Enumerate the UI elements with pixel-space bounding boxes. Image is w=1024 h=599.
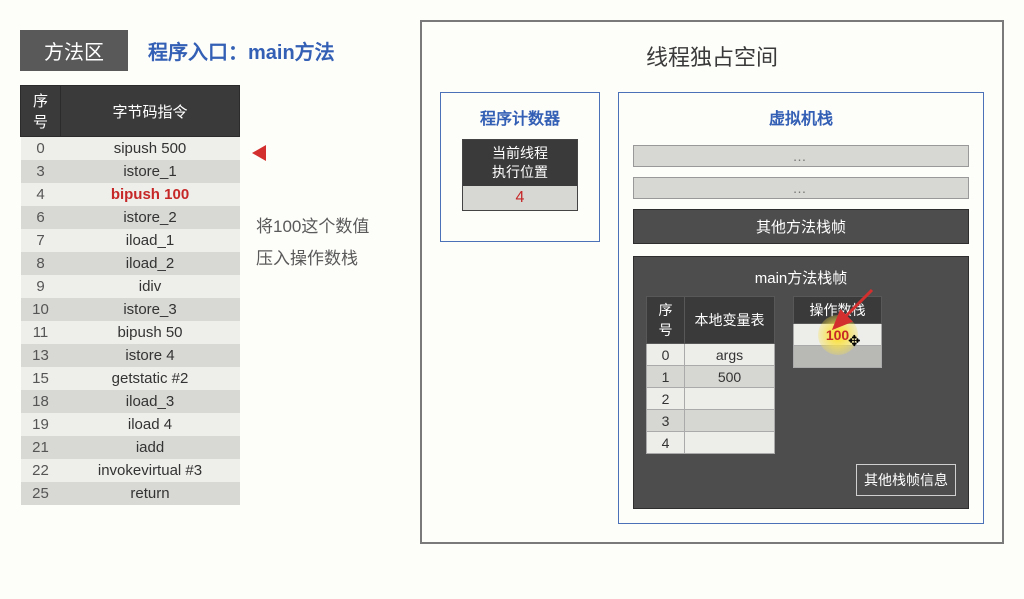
bytecode-index: 19 [21, 413, 61, 436]
bytecode-index: 22 [21, 459, 61, 482]
annotation-line-1: 将100这个数值 [256, 211, 369, 243]
main-frame-title: main方法栈帧 [646, 267, 956, 288]
bytecode-row: 4bipush 100 [21, 183, 240, 206]
bytecode-row: 6istore_2 [21, 206, 240, 229]
bytecode-index: 4 [21, 183, 61, 206]
stack-ellipsis-1: … [633, 145, 969, 167]
main-method-frame: main方法栈帧 序号 本地变量表 0args1500234 [633, 256, 969, 509]
bytecode-instr: istore_2 [61, 206, 240, 229]
local-var-value: 500 [685, 366, 775, 388]
bytecode-instr: bipush 100 [61, 183, 240, 206]
local-var-row: 2 [647, 388, 775, 410]
bytecode-row: 0sipush 500 [21, 137, 240, 161]
bytecode-index: 3 [21, 160, 61, 183]
local-var-index: 2 [647, 388, 685, 410]
bytecode-instr: iload_2 [61, 252, 240, 275]
local-var-row: 1500 [647, 366, 775, 388]
local-var-value [685, 432, 775, 454]
local-header-name: 本地变量表 [685, 297, 775, 344]
bytecode-index: 25 [21, 482, 61, 505]
method-area-badge: 方法区 [20, 30, 128, 71]
other-frame-info-box: 其他栈帧信息 [856, 464, 956, 496]
bytecode-index: 6 [21, 206, 61, 229]
pc-value: 4 [463, 186, 577, 210]
thread-private-space: 线程独占空间 程序计数器 当前线程 执行位置 4 虚拟机栈 [420, 20, 1004, 544]
program-counter-title: 程序计数器 [461, 105, 579, 129]
bytecode-index: 0 [21, 137, 61, 161]
bytecode-index: 15 [21, 367, 61, 390]
bytecode-row: 7iload_1 [21, 229, 240, 252]
bytecode-header-instr: 字节码指令 [61, 86, 240, 137]
bytecode-row: 11bipush 50 [21, 321, 240, 344]
local-var-table: 序号 本地变量表 0args1500234 [646, 296, 775, 454]
bytecode-index: 10 [21, 298, 61, 321]
vm-stack-panel: 虚拟机栈 … … 其他方法栈帧 main方法栈帧 序号 [618, 92, 984, 524]
local-var-row: 0args [647, 344, 775, 366]
local-var-value [685, 410, 775, 432]
bytecode-row: 10istore_3 [21, 298, 240, 321]
bytecode-row: 8iload_2 [21, 252, 240, 275]
stack-ellipsis-2: … [633, 177, 969, 199]
bytecode-header-index: 序号 [21, 86, 61, 137]
bytecode-row: 9idiv [21, 275, 240, 298]
local-var-index: 4 [647, 432, 685, 454]
bytecode-row: 15getstatic #2 [21, 367, 240, 390]
thread-space-title: 线程独占空间 [646, 40, 778, 72]
bytecode-instr: return [61, 482, 240, 505]
bytecode-table: 序号 字节码指令 0sipush 5003istore_14bipush 100… [20, 85, 240, 505]
annotation-column: 将100这个数值 压入操作数栈 [256, 85, 369, 505]
bytecode-index: 9 [21, 275, 61, 298]
method-area-column: 方法区 程序入口：main方法 序号 字节码指令 0sipush 5003ist… [20, 20, 380, 544]
bytecode-index: 18 [21, 390, 61, 413]
other-method-frame-bar: 其他方法栈帧 [633, 209, 969, 244]
bytecode-instr: iload 4 [61, 413, 240, 436]
entry-point-label: 程序入口：main方法 [148, 36, 335, 65]
bytecode-instr: sipush 500 [61, 137, 240, 161]
vm-stack-title: 虚拟机栈 [633, 105, 969, 129]
bytecode-index: 13 [21, 344, 61, 367]
local-var-index: 0 [647, 344, 685, 366]
cursor-icon: ✥ [848, 332, 861, 350]
bytecode-row: 22invokevirtual #3 [21, 459, 240, 482]
local-var-index: 1 [647, 366, 685, 388]
bytecode-instr: invokevirtual #3 [61, 459, 240, 482]
bytecode-row: 19iload 4 [21, 413, 240, 436]
bytecode-instr: iload_3 [61, 390, 240, 413]
local-var-value [685, 388, 775, 410]
red-arrow-icon [816, 288, 876, 332]
bytecode-instr: bipush 50 [61, 321, 240, 344]
current-instruction-pointer-icon [252, 145, 266, 161]
bytecode-index: 8 [21, 252, 61, 275]
bytecode-instr: istore_1 [61, 160, 240, 183]
program-counter-panel: 程序计数器 当前线程 执行位置 4 [440, 92, 600, 242]
bytecode-instr: istore 4 [61, 344, 240, 367]
pc-label-line2: 执行位置 [463, 163, 577, 182]
bytecode-row: 13istore 4 [21, 344, 240, 367]
local-var-row: 4 [647, 432, 775, 454]
annotation-line-2: 压入操作数栈 [256, 243, 369, 275]
bytecode-row: 3istore_1 [21, 160, 240, 183]
bytecode-instr: iadd [61, 436, 240, 459]
bytecode-row: 21iadd [21, 436, 240, 459]
local-var-value: args [685, 344, 775, 366]
bytecode-instr: iload_1 [61, 229, 240, 252]
program-counter-box: 当前线程 执行位置 4 [462, 139, 578, 211]
bytecode-index: 7 [21, 229, 61, 252]
bytecode-row: 18iload_3 [21, 390, 240, 413]
thread-space-column: 线程独占空间 程序计数器 当前线程 执行位置 4 虚拟机栈 [420, 20, 1004, 544]
local-header-index: 序号 [647, 297, 685, 344]
bytecode-instr: istore_3 [61, 298, 240, 321]
bytecode-row: 25return [21, 482, 240, 505]
bytecode-instr: idiv [61, 275, 240, 298]
local-var-index: 3 [647, 410, 685, 432]
pc-label-line1: 当前线程 [463, 144, 577, 163]
bytecode-index: 21 [21, 436, 61, 459]
bytecode-instr: getstatic #2 [61, 367, 240, 390]
bytecode-index: 11 [21, 321, 61, 344]
local-var-row: 3 [647, 410, 775, 432]
